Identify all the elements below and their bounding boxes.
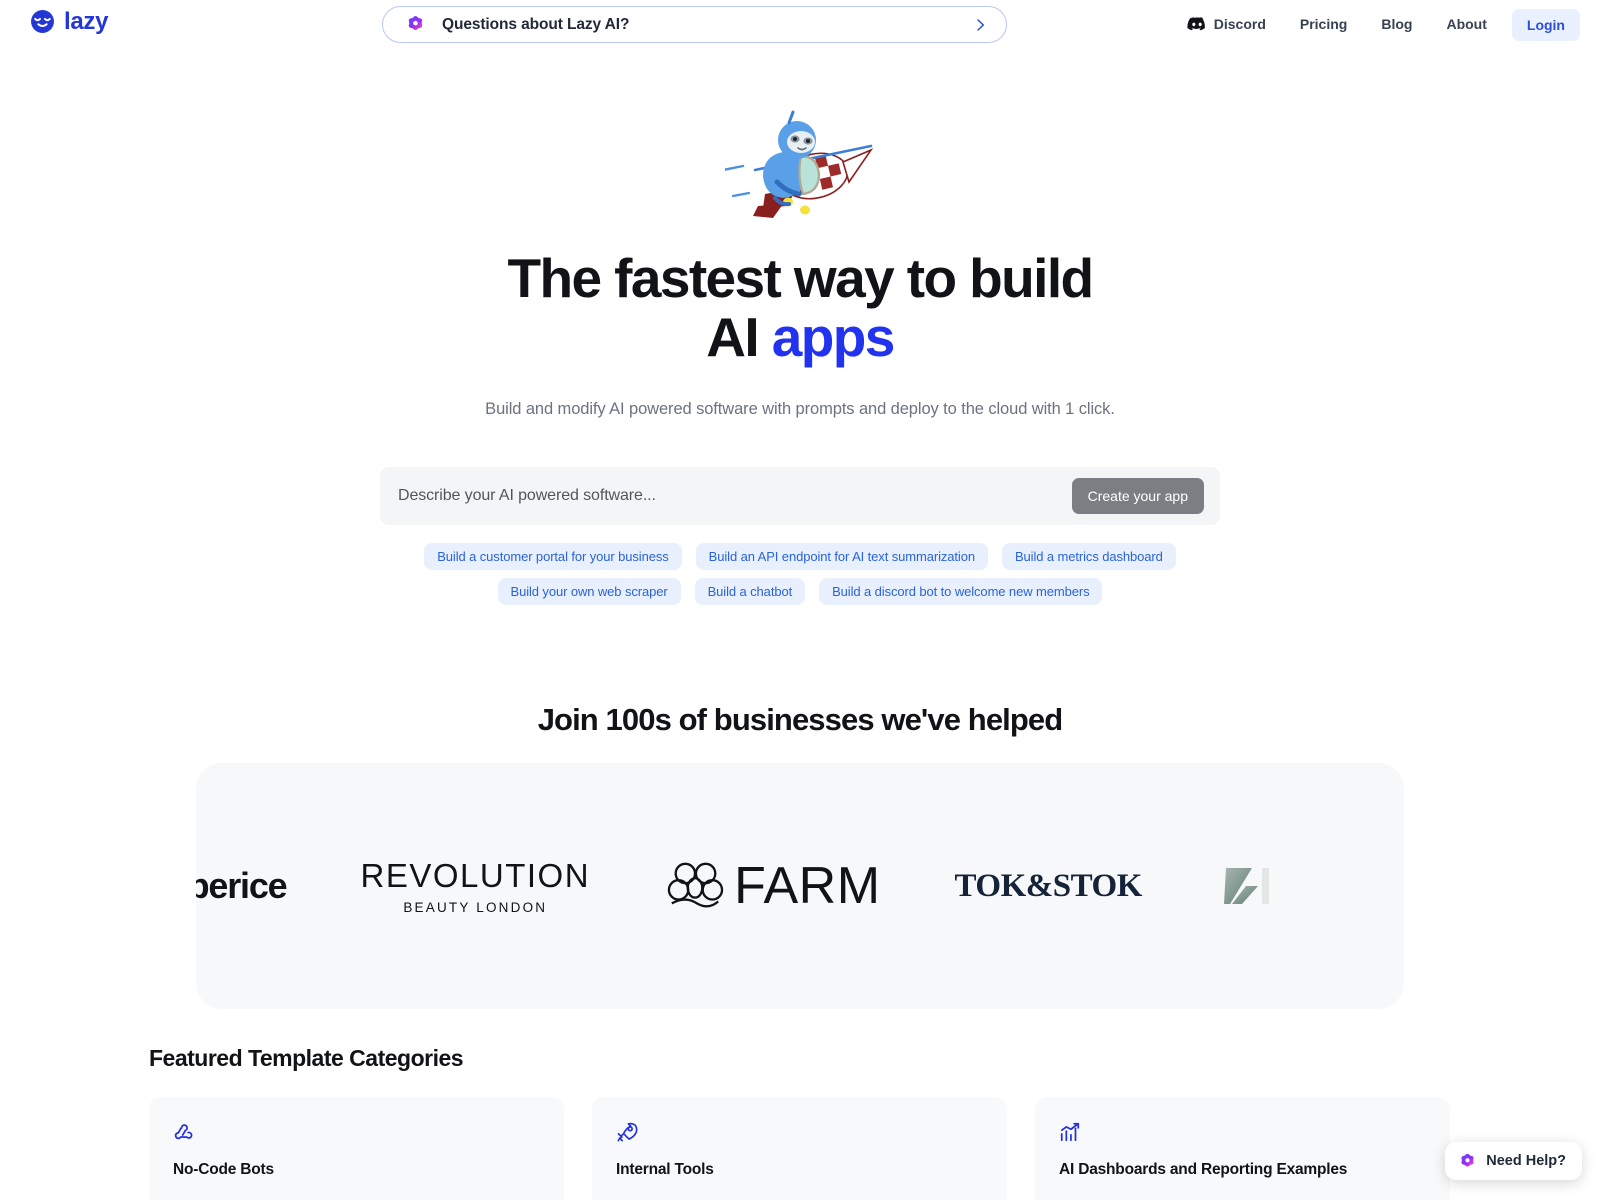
lazy-spark-icon [408, 16, 423, 31]
create-your-app-button[interactable]: Create your app [1071, 478, 1204, 514]
nav-link-discord[interactable]: Discord [1170, 0, 1283, 49]
logo-revolution-line-1: REVOLUTION [360, 857, 591, 894]
logo-farm: FARM [664, 851, 880, 921]
featured-template-cards: No-Code Bots Internal Tools AI Dashboard… [149, 1097, 1600, 1200]
lazy-face-icon [31, 10, 54, 33]
hero-title-line-2-accent: apps [771, 306, 896, 368]
logo-hyperice: Hyperice [196, 851, 288, 921]
login-button[interactable]: Login [1511, 8, 1580, 41]
suggestion-chip[interactable]: Build a chatbot [694, 578, 806, 605]
need-help-widget[interactable]: Need Help? [1445, 1142, 1582, 1180]
prompt-input-row: Create your app [380, 467, 1220, 525]
hero-section: The fastest way to build AI apps Build a… [0, 49, 1600, 605]
logo-tokstok: TOK&STOK [954, 851, 1143, 921]
logo-revolution-line-2: BEAUTY LONDON [403, 900, 548, 915]
template-card-internal-tools[interactable]: Internal Tools [592, 1097, 1007, 1200]
chart-trend-icon [1060, 1122, 1080, 1142]
customer-logo-carousel: Hyperice REVOLUTION BEAUTY LONDON FARM [196, 763, 1404, 1009]
lazy-spark-icon [1461, 1153, 1474, 1166]
nav-links: Discord Pricing Blog About Login [1170, 0, 1580, 49]
nav-link-pricing[interactable]: Pricing [1283, 0, 1364, 49]
hero-subtitle: Build and modify AI powered software wit… [485, 400, 1115, 418]
suggestion-chip[interactable]: Build your own web scraper [497, 578, 681, 605]
nav-link-blog[interactable]: Blog [1364, 0, 1429, 49]
chevron-right-icon [977, 18, 985, 31]
z-mark-icon [1223, 868, 1269, 904]
social-proof-title: Join 100s of businesses we've helped [537, 702, 1063, 737]
sloth-on-rocket-illustration [725, 110, 874, 218]
suggestion-chip[interactable]: Build a metrics dashboard [1001, 543, 1176, 570]
rocket-icon [617, 1122, 638, 1142]
brand-logo[interactable]: lazy [30, 9, 108, 34]
prompt-input[interactable] [398, 487, 1072, 505]
logo-track: Hyperice REVOLUTION BEAUTY LONDON FARM [196, 763, 1404, 1009]
logo-z [1222, 851, 1280, 921]
template-card-title: AI Dashboards and Reporting Examples [1059, 1161, 1348, 1178]
ask-lazy-ai-search[interactable]: Questions about Lazy AI? [382, 6, 1007, 43]
top-navigation-bar: lazy Questions about Lazy AI? Discord Pr… [0, 0, 1600, 49]
logo-hyperice-text: yperice [196, 865, 288, 906]
template-card-ai-dashboards[interactable]: AI Dashboards and Reporting Examples [1035, 1097, 1450, 1200]
logo-revolution: REVOLUTION BEAUTY LONDON [361, 851, 591, 921]
nav-link-discord-label: Discord [1213, 16, 1266, 32]
ask-lazy-ai-label: Questions about Lazy AI? [442, 15, 630, 33]
brand-name: lazy [64, 7, 109, 35]
suggestion-chips: Build a customer portal for your busines… [400, 543, 1200, 605]
need-help-label: Need Help? [1486, 1153, 1566, 1169]
discord-icon [1187, 17, 1205, 31]
webhook-icon [174, 1124, 193, 1140]
suggestion-chip[interactable]: Build an API endpoint for AI text summar… [695, 543, 988, 570]
hero-title-line-1: The fastest way to build [507, 247, 1094, 309]
page-title: The fastest way to build AI apps [0, 249, 1600, 367]
logo-farm-text: FARM [734, 857, 881, 915]
template-card-title: Internal Tools [616, 1161, 714, 1178]
featured-templates-title: Featured Template Categories [149, 1045, 464, 1071]
suggestion-chip[interactable]: Build a discord bot to welcome new membe… [819, 578, 1103, 605]
nav-link-about[interactable]: About [1429, 0, 1503, 49]
hero-title-line-2-plain: AI [706, 306, 772, 368]
template-card-title: No-Code Bots [173, 1161, 274, 1178]
logo-tokstok-text: TOK&STOK [954, 867, 1143, 904]
farm-flower-icon [667, 862, 724, 908]
template-card-no-code-bots[interactable]: No-Code Bots [149, 1097, 564, 1200]
suggestion-chip[interactable]: Build a customer portal for your busines… [424, 543, 682, 570]
